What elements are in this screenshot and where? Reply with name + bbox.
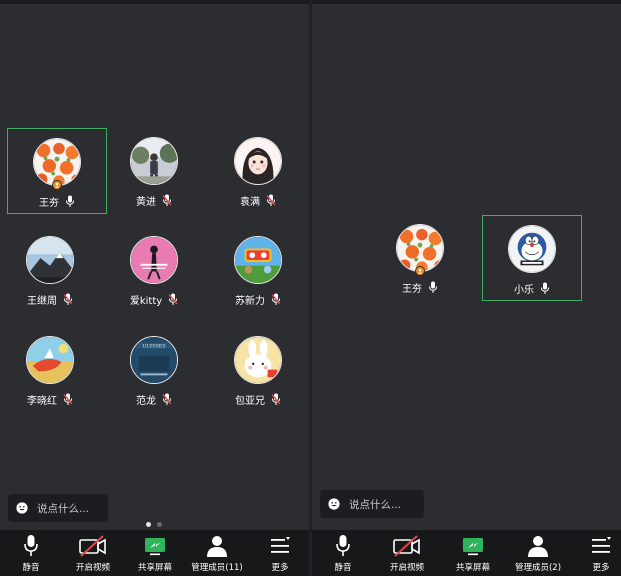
mic-muted-icon[interactable]	[266, 194, 276, 207]
members-icon	[204, 534, 230, 558]
mic-on-icon[interactable]	[428, 281, 438, 294]
participant-name: 李晓红	[27, 395, 57, 407]
mic-muted-icon[interactable]	[162, 194, 172, 207]
mountain-avatar[interactable]	[26, 236, 74, 284]
participant-tile-huangjin[interactable]: 黄进	[104, 128, 204, 214]
emoji-icon[interactable]	[16, 502, 28, 514]
page-dot-1[interactable]	[146, 522, 151, 527]
participant-tile-suxinli[interactable]: 苏新力	[208, 227, 308, 313]
participant-name: 爱kitty	[129, 295, 163, 307]
participant-name: 小乐	[514, 284, 534, 296]
participant-tile-lixiaohong[interactable]: 李晓红	[0, 327, 100, 413]
participant-name: 包亚兄	[235, 395, 265, 407]
share-screen-icon	[143, 534, 167, 558]
bottom-toolbar: 静音 开启视频 共享屏幕 管理成员(2) 更多	[312, 530, 621, 576]
oranges-avatar[interactable]	[33, 138, 81, 186]
participant-name: 王夯	[402, 283, 422, 295]
members-icon	[525, 534, 551, 558]
more-label: 更多	[271, 563, 289, 573]
meeting-panel-right: 王夯 小乐 说点什么... 静音 开启视频 共享屏幕 管理成员(2) 更多	[312, 0, 621, 576]
mute-button[interactable]: 静音	[312, 530, 374, 576]
participant-name: 王继周	[27, 295, 57, 307]
start-video-button[interactable]: 开启视频	[376, 530, 438, 576]
host-badge-icon	[52, 180, 62, 190]
participant-tile-fanlong[interactable]: 范龙	[104, 327, 204, 413]
participant-name: 王夯	[39, 197, 59, 209]
participant-tile-yuanman[interactable]: 袁满	[208, 128, 308, 214]
participant-name: 范龙	[136, 395, 156, 407]
microphone-icon	[23, 534, 39, 558]
page-indicator	[146, 522, 162, 527]
pink-figure-avatar[interactable]	[130, 236, 178, 284]
chat-input[interactable]: 说点什么...	[8, 494, 108, 522]
participant-name: 黄进	[136, 196, 156, 208]
more-label: 更多	[592, 563, 610, 573]
top-bar	[0, 0, 309, 4]
chat-placeholder: 说点什么...	[37, 502, 90, 515]
mic-muted-icon[interactable]	[271, 393, 281, 406]
participant-name: 袁满	[240, 196, 260, 208]
toy-story-avatar[interactable]	[234, 236, 282, 284]
emoji-icon[interactable]	[328, 498, 340, 510]
more-menu-icon	[590, 534, 612, 558]
book-cover-avatar[interactable]	[130, 336, 178, 384]
share-screen-button[interactable]: 共享屏幕	[442, 530, 504, 576]
participant-tile-wangjizhou[interactable]: 王继周	[0, 227, 100, 313]
video-off-icon	[78, 534, 108, 558]
person-outdoor-avatar[interactable]	[130, 137, 178, 185]
rabbit-avatar[interactable]	[234, 336, 282, 384]
meeting-panel-left: 王夯 黄进 袁满 王继周 爱kitty 苏新力 李晓红 范龙 包亚兄 说点什么.…	[0, 0, 309, 576]
mic-muted-icon[interactable]	[162, 393, 172, 406]
bottom-toolbar: 静音 开启视频 共享屏幕 管理成员(11) 更多	[0, 530, 309, 576]
anime-girl-avatar[interactable]	[234, 137, 282, 185]
mic-muted-icon[interactable]	[63, 293, 73, 306]
chat-input[interactable]: 说点什么...	[320, 490, 424, 518]
mic-muted-icon[interactable]	[63, 393, 73, 406]
doraemon-avatar[interactable]	[508, 225, 556, 273]
host-badge-icon	[415, 266, 425, 276]
mic-on-icon[interactable]	[65, 195, 75, 208]
participant-tile-wanghang[interactable]: 王夯	[370, 215, 470, 301]
participant-name: 苏新力	[235, 295, 265, 307]
video-off-icon	[392, 534, 422, 558]
share-screen-icon	[461, 534, 485, 558]
mic-on-icon[interactable]	[540, 282, 550, 295]
page-dot-2[interactable]	[157, 522, 162, 527]
more-button[interactable]: 更多	[249, 530, 309, 576]
microphone-icon	[335, 534, 351, 558]
participant-tile-xiaole[interactable]: 小乐	[482, 215, 582, 301]
chat-placeholder: 说点什么...	[349, 498, 402, 511]
more-menu-icon	[269, 534, 291, 558]
mic-muted-icon[interactable]	[271, 293, 281, 306]
participant-tile-aikitty[interactable]: 爱kitty	[104, 227, 204, 313]
mic-muted-icon[interactable]	[168, 293, 178, 306]
oranges-avatar[interactable]	[396, 224, 444, 272]
more-button[interactable]: 更多	[570, 530, 621, 576]
participant-tile-baoyaxiong[interactable]: 包亚兄	[208, 327, 308, 413]
top-bar	[312, 0, 621, 4]
participant-tile-wanghang[interactable]: 王夯	[7, 128, 107, 214]
painting-avatar[interactable]	[26, 336, 74, 384]
